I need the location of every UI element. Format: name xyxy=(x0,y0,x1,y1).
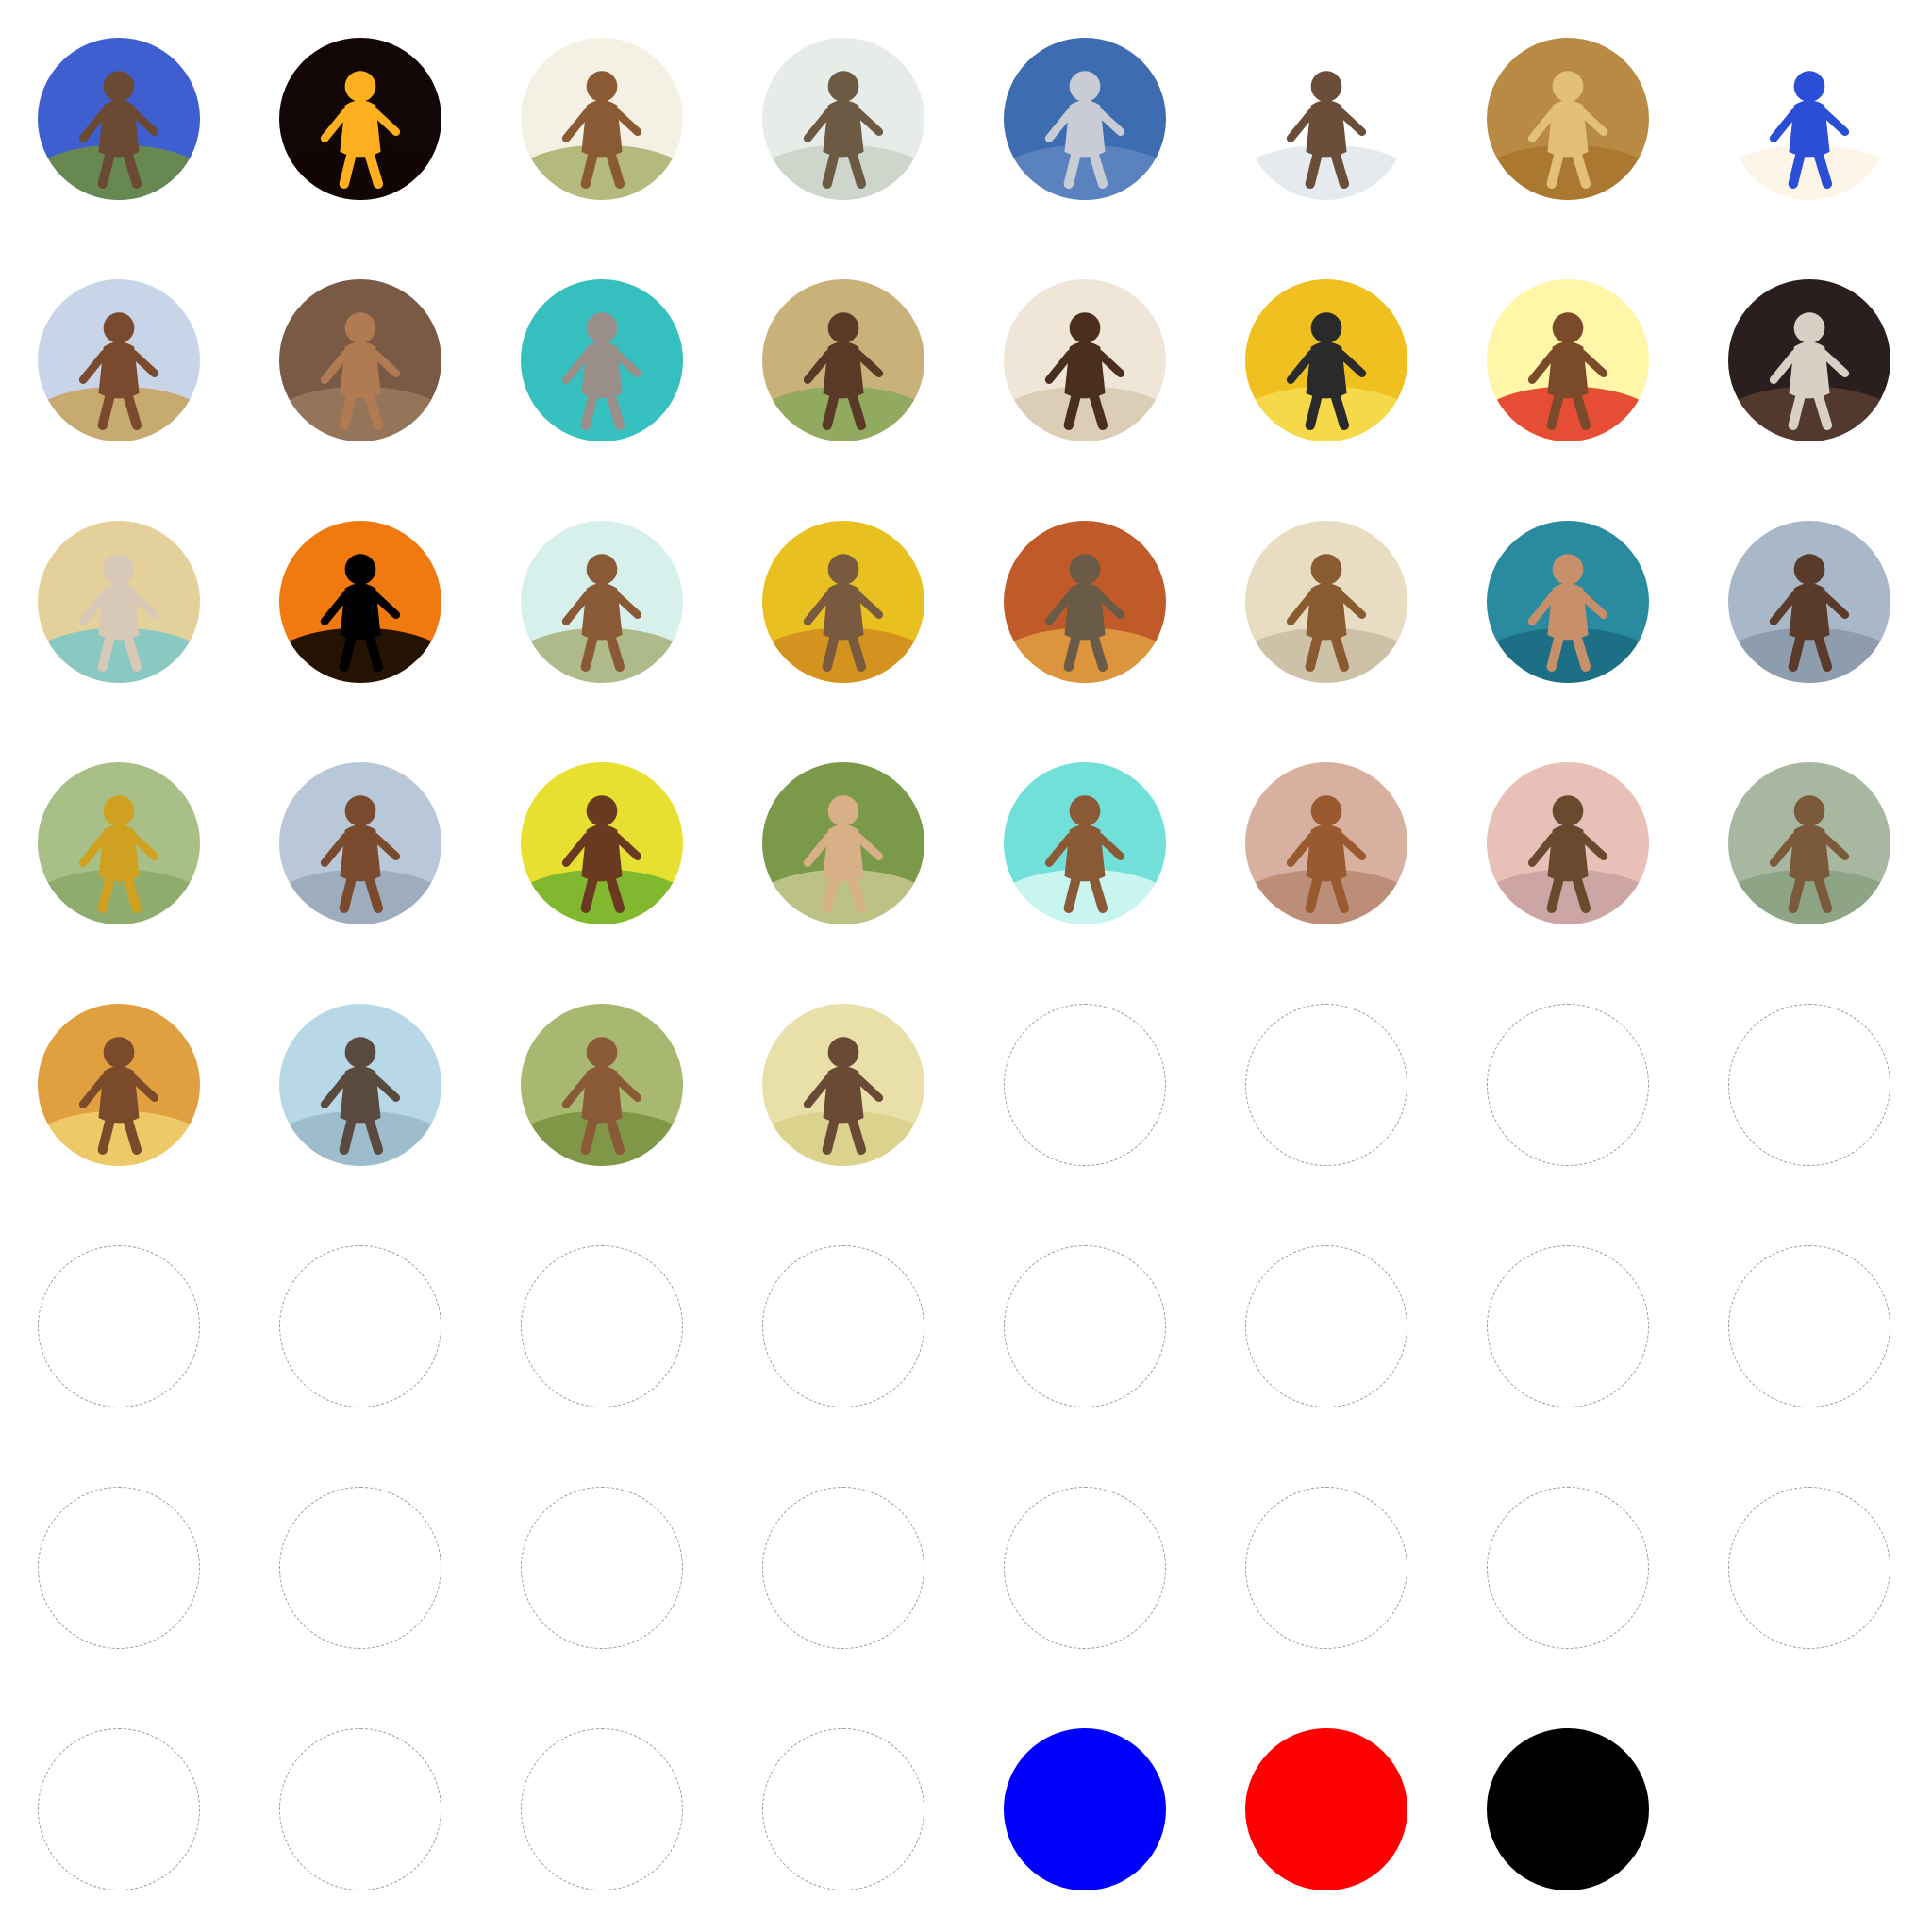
bearded-elder-with-staff-icon xyxy=(1004,38,1166,200)
fur-clad-hunter-icon xyxy=(521,521,683,683)
caveman-with-stick-icon xyxy=(1004,762,1166,924)
caveman-raising-club-icon xyxy=(521,762,683,924)
empty-slot xyxy=(1728,1245,1890,1407)
empty-slot xyxy=(279,1487,441,1649)
empty-slot xyxy=(521,1728,683,1890)
bearded-man-dark-icon xyxy=(1728,279,1890,441)
upright-hominid-rays-icon xyxy=(1487,279,1649,441)
torch-fire-icon xyxy=(279,38,441,200)
empty-slot xyxy=(762,1487,924,1649)
leaping-ape-man-icon xyxy=(38,762,200,924)
caveman-with-spear-icon xyxy=(1728,521,1890,683)
empty-slot xyxy=(1245,1487,1407,1649)
caveman-with-staff-star-icon xyxy=(1728,762,1890,924)
bare-chested-warrior-icon xyxy=(1487,521,1649,683)
desert-scene-icon xyxy=(1487,38,1649,200)
blue-player-token xyxy=(1004,1728,1166,1890)
hominid-family-icon xyxy=(521,1004,683,1166)
spear-thrower-icon xyxy=(1245,38,1407,200)
black-player-token xyxy=(1487,1728,1649,1890)
caveman-crouching-icon xyxy=(38,38,200,200)
empty-slot xyxy=(1728,1004,1890,1166)
empty-slot xyxy=(521,1245,683,1407)
wood-carrier-icon xyxy=(38,1004,200,1166)
club-raiser-spotted-icon xyxy=(1245,762,1407,924)
empty-slot xyxy=(521,1487,683,1649)
ape-face-icon xyxy=(279,1004,441,1166)
empty-slot xyxy=(1487,1487,1649,1649)
yelling-caveman-icon xyxy=(1245,521,1407,683)
hunters-with-horse-icon xyxy=(762,38,924,200)
meditating-sage-icon xyxy=(521,279,683,441)
empty-slot xyxy=(279,1245,441,1407)
painted-face-woman-icon xyxy=(38,521,200,683)
empty-slot xyxy=(762,1245,924,1407)
empty-slot xyxy=(1487,1245,1649,1407)
token-sprite-sheet xyxy=(0,0,1932,1932)
hunter-with-bow-icon xyxy=(38,279,200,441)
empty-slot xyxy=(1728,1487,1890,1649)
seated-caveman-icon xyxy=(279,279,441,441)
walking-chimp-icon xyxy=(1245,279,1407,441)
empty-slot xyxy=(38,1728,200,1890)
silhouette-fire-orb-icon xyxy=(279,521,441,683)
club-swinger-icon xyxy=(279,762,441,924)
woman-with-club-icon xyxy=(762,1004,924,1166)
empty-slot xyxy=(1487,1004,1649,1166)
empty-slot xyxy=(1004,1487,1166,1649)
hominid-profile-icon xyxy=(762,279,924,441)
empty-slot xyxy=(1245,1004,1407,1166)
empty-slot xyxy=(762,1728,924,1890)
archer-in-blue-icon xyxy=(1728,38,1890,200)
hairy-caveman-with-spear-icon xyxy=(1004,279,1166,441)
ogre-with-club-icon xyxy=(1004,521,1166,683)
archer-pink-icon xyxy=(1487,762,1649,924)
empty-slot xyxy=(38,1245,200,1407)
empty-slot xyxy=(1004,1245,1166,1407)
cavemen-with-clubs-icon xyxy=(521,38,683,200)
empty-slot xyxy=(1245,1245,1407,1407)
empty-slot xyxy=(279,1728,441,1890)
rock-lifter-icon xyxy=(762,521,924,683)
empty-slot xyxy=(38,1487,200,1649)
empty-slot xyxy=(1004,1004,1166,1166)
crouching-tool-maker-icon xyxy=(762,762,924,924)
red-player-token xyxy=(1245,1728,1407,1890)
